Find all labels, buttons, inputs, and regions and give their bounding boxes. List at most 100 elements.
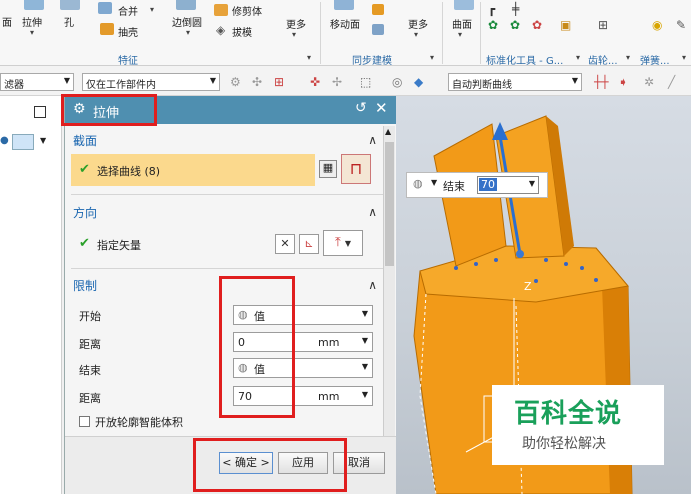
end-handle-input[interactable]: 70 ▼: [477, 176, 539, 194]
move-face-icon[interactable]: [334, 0, 354, 10]
end-distance-handle-box[interactable]: ◍ ▼ 结束 70 ▼: [406, 172, 548, 198]
extrude-command[interactable]: 拉伸: [22, 14, 42, 29]
tool-icon[interactable]: ✿: [510, 18, 520, 32]
select-curve-row[interactable]: ✔ 选择曲线 (8): [71, 154, 315, 186]
sync-tool-icon[interactable]: [372, 24, 384, 35]
line-icon[interactable]: ╱: [668, 75, 675, 89]
shell-icon[interactable]: [100, 23, 114, 35]
edge-blend-command[interactable]: 边倒圆: [172, 14, 202, 29]
dialog-scrollbar[interactable]: ▲ ▼: [383, 126, 395, 448]
group-separator: [442, 2, 443, 64]
curve-rule-select[interactable]: 自动判断曲线 ▼: [448, 73, 582, 91]
unite-icon[interactable]: [98, 2, 112, 14]
unit-label: mm: [318, 390, 340, 403]
section-header-label: 截面: [73, 134, 98, 148]
snap-icon[interactable]: ⊞: [274, 75, 284, 89]
limits-header-label: 限制: [73, 279, 98, 293]
reset-icon[interactable]: ↺: [355, 100, 367, 116]
graphics-viewport[interactable]: Z ◍ ▼ 结束 70 ▼ 百科全说 助你轻松解决: [396, 96, 691, 494]
move-face-command[interactable]: 移动面: [330, 16, 360, 31]
group-header-std-parts[interactable]: 标准化工具 - G...: [486, 52, 563, 67]
chevron-down-icon[interactable]: ▼: [362, 336, 368, 345]
scope-value: 仅在工作部件内: [86, 80, 156, 91]
chevron-down-icon[interactable]: ▾: [30, 28, 34, 37]
extrude-icon[interactable]: [24, 0, 44, 10]
chevron-down-icon[interactable]: ▾: [307, 53, 311, 62]
snap-icon[interactable]: ◎: [392, 75, 402, 89]
section-header[interactable]: 截面 ∧: [73, 132, 379, 152]
chevron-down-icon[interactable]: ▼: [431, 178, 437, 187]
direction-header[interactable]: 方向 ∧: [73, 204, 379, 224]
open-profile-checkbox[interactable]: [79, 416, 90, 427]
chevron-down-icon[interactable]: ▾: [458, 30, 462, 39]
more-button[interactable]: 更多: [286, 16, 306, 31]
end-handle-label: 结束: [443, 180, 465, 193]
unite-command[interactable]: 合并: [118, 3, 138, 18]
type-filter-select[interactable]: 滤器 ▼: [0, 73, 74, 91]
chevron-down-icon[interactable]: ▼: [362, 390, 368, 399]
inferred-vector-icon[interactable]: ⤒ ▼: [323, 230, 363, 256]
chevron-up-icon[interactable]: ∧: [368, 133, 377, 147]
snap-icon[interactable]: ⚙: [230, 75, 241, 89]
group-separator: [480, 2, 481, 64]
ribbon: 面 拉伸 ▾ 孔 合并 ▾ 抽壳 边倒圆 ▾ 修剪体 ◈ 拔模 更多 ▾ 移动面…: [0, 0, 691, 67]
snap-icon[interactable]: ✜: [310, 75, 320, 89]
chevron-down-icon[interactable]: ▾: [576, 53, 580, 62]
scope-select[interactable]: 仅在工作部件内 ▼: [82, 73, 220, 91]
scrollbar-thumb[interactable]: [385, 142, 394, 266]
tool-icon[interactable]: ▣: [560, 18, 571, 32]
tool-icon[interactable]: ✎: [676, 18, 686, 32]
direction-arrowhead: [492, 122, 508, 140]
draft-command[interactable]: 拔模: [232, 24, 252, 39]
trim-body-icon[interactable]: [214, 4, 228, 16]
surface-icon[interactable]: [454, 0, 474, 10]
point-icon[interactable]: ┏: [488, 2, 495, 16]
follow-fillet-icon[interactable]: ➧: [618, 75, 628, 89]
chevron-down-icon[interactable]: ▼: [529, 179, 535, 188]
chevron-down-icon[interactable]: ▾: [430, 53, 434, 62]
gear-icon[interactable]: ✿: [488, 18, 498, 32]
group-header-spring[interactable]: 弹簧...: [640, 52, 670, 67]
tool-icon[interactable]: ◉: [652, 18, 662, 32]
close-icon[interactable]: ✕: [375, 99, 388, 117]
hole-command[interactable]: 孔: [64, 14, 74, 29]
tool-icon[interactable]: ⊞: [598, 18, 608, 32]
scroll-up-icon[interactable]: ▲: [385, 127, 391, 136]
edge-blend-icon[interactable]: [176, 0, 196, 10]
chevron-down-icon[interactable]: ▾: [626, 53, 630, 62]
snap-icon[interactable]: ✢: [332, 75, 342, 89]
chevron-down-icon[interactable]: ▾: [292, 30, 296, 39]
sync-tool-icon[interactable]: [372, 4, 384, 15]
vector-origin: [516, 250, 524, 258]
snap-icon[interactable]: ◆: [414, 75, 423, 89]
sketch-section-icon[interactable]: ▦: [319, 160, 337, 178]
watermark-title: 百科全说: [514, 399, 623, 429]
reverse-direction-icon[interactable]: ✕: [275, 234, 295, 254]
chevron-down-icon[interactable]: ▾: [414, 30, 418, 39]
face-command[interactable]: 面: [2, 14, 12, 29]
chevron-up-icon[interactable]: ∧: [368, 278, 377, 292]
chevron-down-icon[interactable]: ▾: [186, 28, 190, 37]
draft-icon[interactable]: ◈: [216, 23, 225, 37]
chain-icon[interactable]: ✲: [644, 75, 654, 89]
stop-at-intersection-icon[interactable]: ┼┼: [594, 75, 608, 89]
hole-icon[interactable]: [60, 0, 80, 10]
highlight-limits: [219, 276, 295, 418]
chevron-up-icon[interactable]: ∧: [368, 205, 377, 219]
shell-command[interactable]: 抽壳: [118, 24, 138, 39]
surface-command[interactable]: 曲面: [452, 16, 472, 31]
chevron-down-icon[interactable]: ▼: [40, 136, 46, 145]
image-icon[interactable]: [12, 134, 34, 150]
maximize-icon[interactable]: [34, 106, 46, 118]
chevron-down-icon[interactable]: ▾: [150, 5, 154, 14]
more-button[interactable]: 更多: [408, 16, 428, 31]
tool-icon[interactable]: ✿: [532, 18, 542, 32]
curve-icon[interactable]: ⊓: [341, 154, 371, 184]
group-header-gear[interactable]: 齿轮...: [588, 52, 618, 67]
chevron-down-icon[interactable]: ▾: [682, 53, 686, 62]
grid-icon[interactable]: ╪: [512, 2, 519, 16]
snap-icon[interactable]: ✣: [252, 75, 262, 89]
trim-body-command[interactable]: 修剪体: [232, 3, 262, 18]
vector-dialog-icon[interactable]: ⊾: [299, 234, 319, 254]
select-rectangle-icon[interactable]: ⬚: [360, 75, 371, 89]
